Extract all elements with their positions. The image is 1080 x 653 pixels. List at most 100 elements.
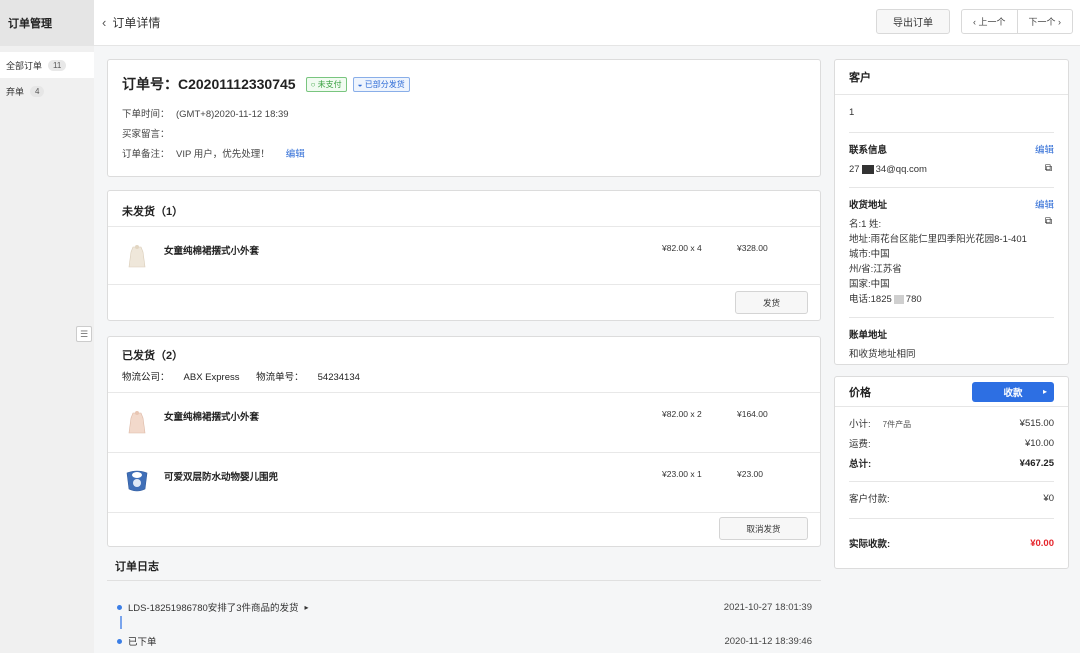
edit-address-link[interactable]: 编辑 <box>1035 197 1054 211</box>
count-badge: 11 <box>48 59 67 71</box>
log-entry-text: 已下单 <box>128 637 157 648</box>
product-name[interactable]: 可爱双层防水动物婴儿围兜 <box>164 469 278 483</box>
order-remark-row: 订单备注： VIP 用户，优先处理！ 编辑 <box>122 146 806 160</box>
unshipped-title: 未发货（1） <box>122 206 184 218</box>
address-line: 名:1 姓: <box>849 219 882 230</box>
phone-suffix: 780 <box>905 294 922 305</box>
total-row: 总计: ¥467.25 <box>849 453 1054 473</box>
chevron-left-icon: ‹ <box>102 15 107 30</box>
contact-section: 联系信息 编辑 27 34@qq.com ⧉ <box>849 133 1054 188</box>
payment-status-text: 未支付 <box>317 79 342 89</box>
received-row: 实际收款: ¥0.00 <box>849 533 1054 553</box>
shipping-status-text: 已部分发货 <box>364 79 405 89</box>
order-remark-label: 订单备注： <box>122 149 170 160</box>
collapse-sidebar-icon[interactable]: ☰ <box>76 326 92 342</box>
product-price-qty: ¥82.00 x 4 <box>662 243 702 253</box>
product-total: ¥164.00 <box>737 409 768 419</box>
email-prefix: 27 <box>849 164 860 175</box>
product-name[interactable]: 女童纯棉裙摆式小外套 <box>164 243 259 257</box>
product-total: ¥23.00 <box>737 469 763 479</box>
order-remark-value: VIP 用户，优先处理！ <box>176 149 270 160</box>
received-label: 实际收款: <box>849 539 891 550</box>
chevron-right-icon: › <box>1055 16 1061 27</box>
received-value: ¥0.00 <box>1030 537 1054 549</box>
timeline-dot-icon <box>117 638 122 644</box>
sidebar-item-all-orders[interactable]: 全部订单 11 <box>0 52 94 78</box>
address-line: 国家:中国 <box>849 279 890 290</box>
page-title: 订单详情 <box>112 16 161 30</box>
pager: ‹ 上一个 下一个 › <box>961 9 1073 34</box>
tracking-value: 54234134 <box>317 372 360 383</box>
shipping-label: 运费: <box>849 439 871 450</box>
prev-order-button[interactable]: ‹ 上一个 <box>962 10 1018 33</box>
log-entry-time: 2021-10-27 18:01:39 <box>723 601 812 613</box>
billing-value: 和收货地址相同 <box>849 349 916 360</box>
subtotal-label: 小计: <box>849 419 871 430</box>
order-number-label: 订单号： <box>122 76 178 92</box>
copy-icon[interactable]: ⧉ <box>1045 216 1052 227</box>
timeline-connector <box>120 616 122 629</box>
product-name[interactable]: 女童纯棉裙摆式小外套 <box>164 409 259 423</box>
cancel-shipment-button[interactable]: 取消发货 <box>719 517 808 540</box>
log-entry-text: LDS-18251986780安排了3件商品的发货 <box>128 603 299 614</box>
billing-title: 账单地址 <box>849 330 888 341</box>
total-label: 总计: <box>849 459 872 470</box>
edit-contact-link[interactable]: 编辑 <box>1035 142 1054 156</box>
divider <box>849 481 1054 482</box>
buyer-note-label: 买家留言： <box>122 129 170 140</box>
divider <box>107 580 821 581</box>
sidebar-item-abandoned[interactable]: 弃单 4 <box>0 78 94 104</box>
coat-product-image <box>128 245 146 268</box>
sidebar-item-label: 弃单 <box>6 86 25 97</box>
shipping-info: 物流公司： ABX Express 物流单号： 54234134 <box>122 369 806 383</box>
export-order-button[interactable]: 导出订单 <box>876 9 950 34</box>
subtotal-value: ¥515.00 <box>1019 417 1054 429</box>
shipping-row: 运费: ¥10.00 <box>849 433 1054 453</box>
address-line: 地址:雨花台区能仁里四季阳光花园8-1-401 <box>849 234 1027 245</box>
product-total: ¥328.00 <box>737 243 768 253</box>
customer-title: 客户 <box>835 60 1068 95</box>
payment-status-badge: ○ 未支付 <box>305 76 347 92</box>
caret-right-icon[interactable]: ▸ <box>305 603 309 612</box>
customer-name[interactable]: 1 <box>849 105 1054 120</box>
address-line: 城市:中国 <box>849 249 890 260</box>
redacted-block <box>861 164 874 174</box>
email-suffix: 34@qq.com <box>875 164 927 175</box>
redacted-block <box>893 294 904 304</box>
customer-paid-value: ¥0 <box>1043 492 1054 504</box>
shipping-address-section: 收货地址 编辑 ⧉ 名:1 姓: 地址:雨花台区能仁里四季阳光花园8-1-401… <box>849 188 1054 318</box>
order-log-title: 订单日志 <box>115 561 159 573</box>
log-entry: LDS-18251986780安排了3件商品的发货 ▸ 2021-10-27 1… <box>117 600 812 614</box>
customer-name-section: 1 <box>849 95 1054 133</box>
sidebar-title: 订单管理 <box>0 0 94 46</box>
billing-address-section: 账单地址 和收货地址相同 <box>849 318 1054 371</box>
phone-line: 电话:1825 780 <box>849 292 1054 307</box>
list-item: 女童纯棉裙摆式小外套 ¥82.00 x 4 ¥328.00 <box>108 227 820 285</box>
order-time-value: (GMT+8)2020-11-12 18:39 <box>176 109 289 120</box>
subtotal-row: 小计: 7件产品 ¥515.00 <box>849 413 1054 433</box>
timeline-dot-icon <box>117 604 122 610</box>
edit-remark-link[interactable]: 编辑 <box>286 149 305 160</box>
log-entry-time: 2020-11-12 18:39:46 <box>724 635 812 647</box>
customer-paid-row: 客户付款: ¥0 <box>849 488 1054 508</box>
copy-icon[interactable]: ⧉ <box>1045 163 1052 174</box>
address-title: 收货地址 <box>849 200 888 211</box>
shipping-status-badge: ◒ 已部分发货 <box>352 76 410 92</box>
total-value: ¥467.25 <box>1019 457 1054 469</box>
collect-payment-button[interactable]: 收款 ▸ <box>972 381 1054 402</box>
divider <box>849 518 1054 519</box>
item-count: 7件产品 <box>882 420 912 429</box>
bib-product-image <box>126 470 148 492</box>
ship-button[interactable]: 发货 <box>735 291 808 314</box>
contact-title: 联系信息 <box>849 145 888 156</box>
caret-right-icon: ▸ <box>1042 387 1047 396</box>
shipped-title: 已发货（2） <box>122 350 184 362</box>
order-summary-card: 订单号： C20201112330745 ○ 未支付 ◒ 已部分发货 下单时间：… <box>107 59 821 177</box>
price-title: 价格 <box>849 386 871 399</box>
next-order-button[interactable]: 下一个 › <box>1018 10 1073 33</box>
product-price-qty: ¥82.00 x 2 <box>662 409 702 419</box>
collect-payment-label: 收款 <box>1003 387 1023 399</box>
list-item: 可爱双层防水动物婴儿围兜 ¥23.00 x 1 ¥23.00 <box>108 453 820 513</box>
shipping-value: ¥10.00 <box>1024 437 1054 449</box>
back-button[interactable]: ‹ 订单详情 <box>102 14 160 31</box>
